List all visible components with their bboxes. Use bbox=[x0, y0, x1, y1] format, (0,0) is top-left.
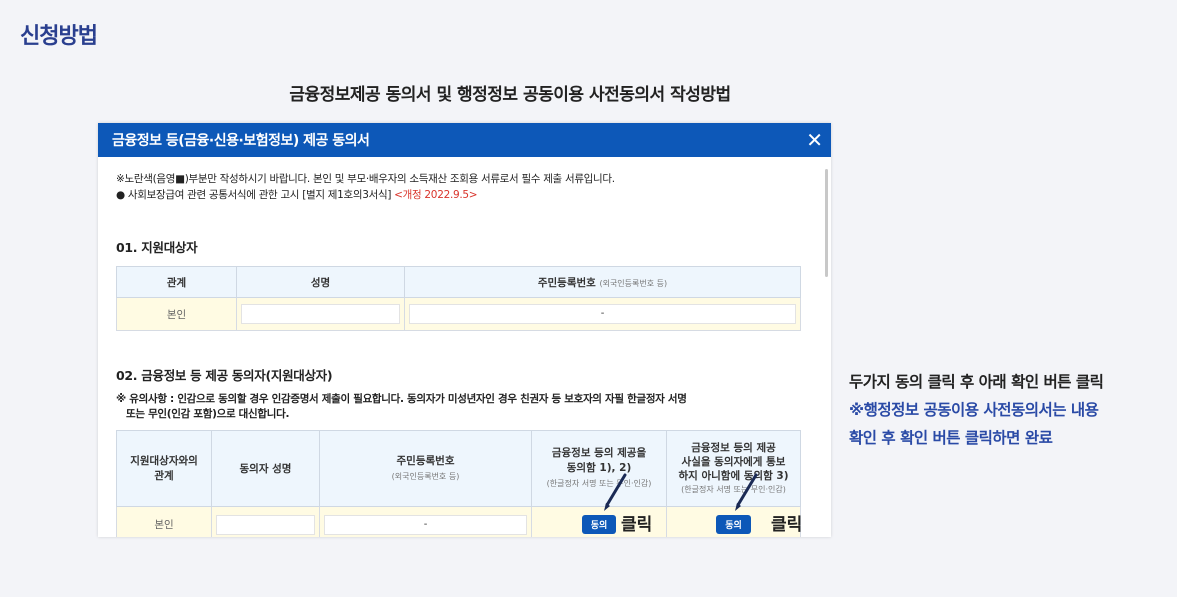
header-consent1-line2: 동의함 1), 2) bbox=[566, 462, 632, 474]
page-heading: 신청방법 bbox=[20, 24, 98, 49]
header-rrn: 주민등록번호 (외국인등록번호 등) bbox=[404, 266, 801, 298]
notice-regulation: ● 사회보장급여 관련 공통서식에 관한 고시 [별지 제1호의3서식] bbox=[116, 189, 392, 201]
consent-relation-value: 본인 bbox=[116, 506, 212, 537]
click-label-2: 클릭 bbox=[771, 515, 803, 535]
modal-body: ※노란색(음영■)부분만 작성하시기 바랍니다. 본인 및 부모·배우자의 소득… bbox=[98, 157, 819, 537]
pen-icon bbox=[735, 473, 758, 511]
consent-form-modal: 금융정보 등(금융·신용·보험정보) 제공 동의서 ✕ ※노란색(음영■)부분만… bbox=[98, 123, 831, 537]
scrollbar[interactable] bbox=[819, 157, 831, 537]
header-consent-provide: 금융정보 등의 제공을 동의함 1), 2) (한글정자 서명 또는 무인·인감… bbox=[531, 430, 667, 507]
instruction-line-2: ※행정정보 공동이용 사전동의서는 내용 bbox=[849, 401, 1099, 419]
header-consent2-line1: 금융정보 등의 제공 bbox=[691, 441, 776, 454]
consent-rrn-input[interactable]: - bbox=[324, 514, 527, 535]
consenter-name-input[interactable] bbox=[216, 514, 315, 535]
header-consent-rrn: 주민등록번호 (외국인등록번호 등) bbox=[319, 430, 532, 507]
rrn-cell: - bbox=[404, 297, 801, 331]
table-row: 본인 - 동의 동의 bbox=[116, 506, 801, 537]
close-icon[interactable]: ✕ bbox=[806, 130, 823, 150]
header-consent-rrn-label: 주민등록번호 bbox=[396, 454, 455, 467]
header-relation-to-target: 지원대상자와의 관계 bbox=[116, 430, 212, 507]
header-relation: 관계 bbox=[116, 266, 237, 298]
agree-button-provide[interactable]: 동의 bbox=[581, 515, 617, 534]
header-rrn-note: (외국인등록번호 등) bbox=[599, 278, 668, 288]
rrn-input[interactable]: - bbox=[409, 304, 796, 324]
name-input[interactable] bbox=[241, 304, 400, 324]
caution-line-1: ※ 유의사항 : 인감으로 동의할 경우 인감증명서 제출이 필요합니다. 동의… bbox=[116, 393, 687, 405]
header-relation-line1: 지원대상자와의 bbox=[130, 454, 198, 467]
header-consent1-note: (한글정자 서명 또는 무인·인감) bbox=[546, 479, 652, 488]
instruction-text: 두가지 동의 클릭 후 아래 확인 버튼 클릭 ※행정정보 공동이용 사전동의서… bbox=[849, 368, 1104, 452]
relation-value: 본인 bbox=[116, 297, 237, 331]
consent-table: 지원대상자와의 관계 동의자 성명 주민등록번호 (외국인등록번호 등) 금융정… bbox=[116, 430, 801, 537]
header-consent-rrn-note: (외국인등록번호 등) bbox=[391, 471, 460, 481]
target-person-table: 관계 성명 주민등록번호 (외국인등록번호 등) 본인 - bbox=[116, 266, 801, 331]
header-rrn-label: 주민등록번호 bbox=[537, 276, 596, 289]
revision-date: <개정 2022.9.5> bbox=[394, 189, 478, 201]
table-row: 본인 - bbox=[116, 297, 801, 331]
notice-text: ※노란색(음영■)부분만 작성하시기 바랍니다. 본인 및 부모·배우자의 소득… bbox=[116, 171, 801, 203]
header-relation-line2: 관계 bbox=[154, 469, 174, 482]
header-name: 성명 bbox=[236, 266, 405, 298]
header-consent2-line2: 사실을 동의자에게 통보 bbox=[681, 455, 786, 468]
caution-line-2: 또는 무인(인감 포함)으로 대신합니다. bbox=[126, 408, 290, 420]
click-label-1: 클릭 bbox=[621, 515, 653, 535]
scroll-thumb[interactable] bbox=[825, 169, 828, 277]
header-consenter-name: 동의자 성명 bbox=[211, 430, 320, 507]
instruction-line-1: 두가지 동의 클릭 후 아래 확인 버튼 클릭 bbox=[849, 373, 1104, 391]
consent-rrn-cell: - bbox=[319, 506, 532, 537]
section2-title: 02. 금융정보 등 제공 동의자(지원대상자) bbox=[116, 368, 333, 383]
consenter-name-cell bbox=[211, 506, 320, 537]
caution-text: ※ 유의사항 : 인감으로 동의할 경우 인감증명서 제출이 필요합니다. 동의… bbox=[116, 392, 801, 422]
notice-line-2: ● 사회보장급여 관련 공통서식에 관한 고시 [별지 제1호의3서식] <개정… bbox=[116, 187, 801, 203]
name-cell bbox=[236, 297, 405, 331]
header-consent1-line1: 금융정보 등의 제공을 bbox=[551, 447, 647, 459]
rrn-dash: - bbox=[600, 308, 605, 319]
pen-icon bbox=[604, 473, 627, 511]
modal-header: 금융정보 등(금융·신용·보험정보) 제공 동의서 ✕ bbox=[98, 123, 831, 157]
modal-title: 금융정보 등(금융·신용·보험정보) 제공 동의서 bbox=[112, 133, 370, 149]
notice-line-1: ※노란색(음영■)부분만 작성하시기 바랍니다. 본인 및 부모·배우자의 소득… bbox=[116, 173, 615, 185]
section1-title: 01. 지원대상자 bbox=[116, 240, 198, 255]
agree-button-no-notify[interactable]: 동의 bbox=[716, 515, 751, 534]
page-subheading: 금융정보제공 동의서 및 행정정보 공동이용 사전동의서 작성방법 bbox=[289, 85, 731, 105]
instruction-line-3: 확인 후 확인 버튼 클릭하면 완료 bbox=[849, 429, 1053, 447]
consent-rrn-dash: - bbox=[423, 518, 428, 530]
